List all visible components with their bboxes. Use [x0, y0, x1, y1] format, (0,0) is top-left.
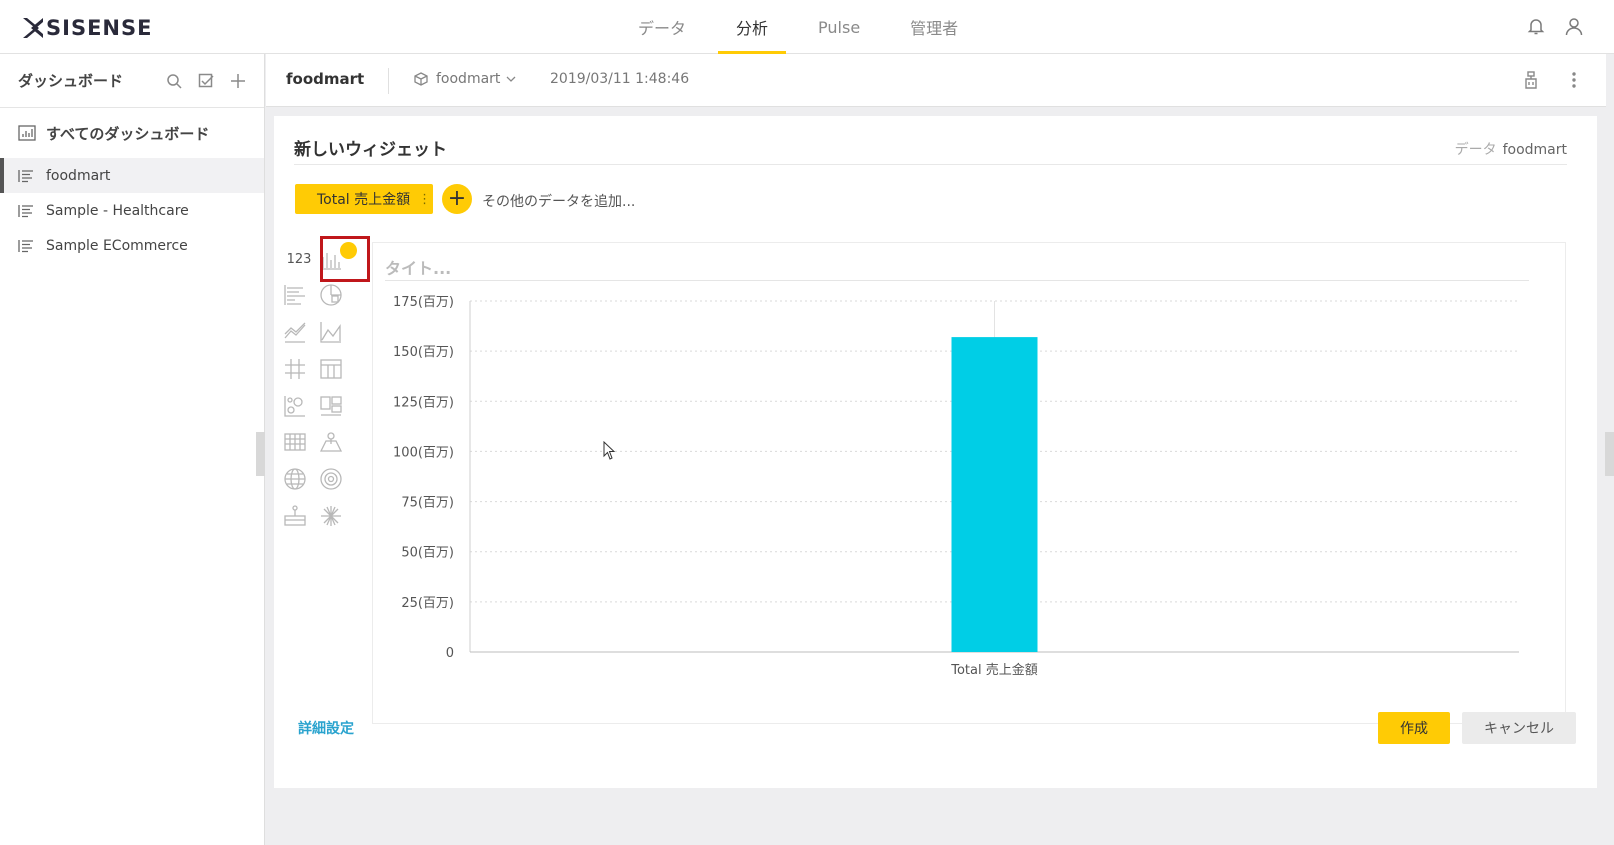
scatter-type-icon[interactable]	[282, 393, 308, 419]
sidebar-header: ダッシュボード	[0, 54, 264, 108]
y-tick-label: 25(百万)	[401, 596, 454, 611]
create-button[interactable]: 作成	[1378, 712, 1450, 744]
y-tick-label: 175(百万)	[393, 295, 454, 310]
y-tick-label: 150(百万)	[393, 345, 454, 360]
bar-chart-type-icon[interactable]	[282, 282, 308, 308]
dashboard-list-icon	[18, 169, 33, 182]
add-more-data-link[interactable]: その他のデータを追加...	[482, 191, 635, 211]
datasource-selector[interactable]: foodmart	[414, 71, 516, 87]
sidebar-item-foodmart[interactable]: foodmart	[0, 158, 264, 193]
y-tick-label: 75(百万)	[401, 496, 454, 511]
indicator-type-icon[interactable]: 123	[284, 246, 314, 272]
chevron-down-icon	[506, 76, 516, 82]
add-icon[interactable]	[230, 73, 246, 89]
main-nav: データ 分析 Pulse 管理者	[620, 0, 990, 54]
sparkle-type-icon[interactable]	[318, 503, 344, 529]
advanced-settings-link[interactable]: 詳細設定	[298, 718, 354, 738]
header-divider	[388, 68, 389, 94]
value-pill[interactable]: Total 売上金額 ⋮	[295, 184, 433, 214]
y-tick-label: 50(百万)	[401, 546, 454, 561]
filter-toggle-icon[interactable]	[1524, 71, 1540, 89]
bell-icon[interactable]	[1526, 16, 1546, 36]
sidebar-item-label: foodmart	[46, 167, 111, 184]
datasource-value: foodmart	[1502, 142, 1567, 158]
globe-map-type-icon[interactable]	[282, 466, 308, 492]
sidebar-item-label: Sample - Healthcare	[46, 202, 189, 219]
y-tick-label: 100(百万)	[393, 445, 454, 460]
logo-mark-icon	[23, 18, 43, 38]
widget-editor-title: 新しいウィジェット	[294, 140, 447, 160]
all-dashboards-label: すべてのダッシュボード	[46, 124, 210, 143]
mouse-cursor-icon	[603, 441, 616, 460]
dashboard-folder-icon	[18, 125, 36, 141]
nav-tab-admin[interactable]: 管理者	[892, 0, 976, 54]
area-chart-type-icon[interactable]	[318, 319, 344, 345]
y-tick-label: 0	[446, 646, 454, 661]
indicator-gauge-type-icon[interactable]	[282, 503, 308, 529]
datasource-label: データ	[1454, 142, 1497, 158]
bar-chart: 0 25(百万) 50(百万) 75(百万) 100(百万) 125(百万) 150(百万)…	[393, 295, 1519, 678]
pie-chart-type-icon[interactable]	[318, 282, 344, 308]
all-dashboards-link[interactable]: すべてのダッシュボード	[0, 108, 264, 158]
heatmap-type-icon[interactable]	[282, 429, 308, 455]
top-icons	[1526, 16, 1584, 36]
nav-tab-pulse[interactable]: Pulse	[800, 0, 878, 54]
dashboard-title: foodmart	[286, 70, 365, 88]
dashboard-list-icon	[18, 204, 33, 217]
nav-tab-analytics[interactable]: 分析	[718, 0, 787, 54]
add-data-button[interactable]: +	[442, 184, 472, 214]
sisense-logo[interactable]: SISENSE	[22, 15, 152, 41]
pivot-type-icon[interactable]	[282, 356, 308, 382]
datasource-name: foodmart	[436, 71, 501, 87]
sidebar-title: ダッシュボード	[18, 72, 124, 90]
more-vertical-icon[interactable]	[1566, 71, 1582, 89]
treemap-type-icon[interactable]	[318, 393, 344, 419]
dashboard-header: foodmart foodmart 2019/03/11 1:48:46	[266, 54, 1606, 107]
sidebar-item-healthcare[interactable]: Sample - Healthcare	[0, 193, 264, 228]
table-type-icon[interactable]	[318, 356, 344, 382]
sidebar-tools	[166, 73, 246, 89]
dashboard-sidebar: ダッシュボード すべてのダッシュボード foodmart Sample - He…	[0, 54, 265, 845]
x-tick-label: Total 売上金額	[950, 662, 1038, 678]
chart-preview: タイト... 0 25(百万) 50(百万) 75(百万) 100(百万) 125(百万)…	[372, 242, 1566, 724]
cube-icon	[414, 72, 428, 86]
line-chart-type-icon[interactable]	[282, 319, 308, 345]
title-divider	[294, 164, 1567, 165]
dashboard-list-icon	[18, 239, 33, 252]
value-pill-label: Total 売上金額	[317, 192, 411, 208]
widget-editor: 新しいウィジェット データ foodmart Total 売上金額 ⋮ + その他の…	[274, 116, 1597, 788]
sidebar-item-label: Sample ECommerce	[46, 237, 188, 254]
bar	[951, 337, 1038, 652]
sidebar-item-ecommerce[interactable]: Sample ECommerce	[0, 228, 264, 263]
top-bar: SISENSE データ 分析 Pulse 管理者	[0, 0, 1614, 54]
map-area-type-icon[interactable]	[318, 429, 344, 455]
logo-text: SISENSE	[46, 16, 153, 40]
selected-type-indicator	[340, 242, 357, 259]
nav-tab-data[interactable]: データ	[620, 0, 704, 54]
right-panel-collapse-handle[interactable]	[1605, 432, 1614, 476]
pill-menu-icon[interactable]: ⋮	[418, 192, 431, 207]
search-icon[interactable]	[166, 73, 182, 89]
user-icon[interactable]	[1564, 16, 1584, 36]
sidebar-collapse-handle[interactable]	[256, 432, 265, 476]
y-tick-label: 125(百万)	[393, 395, 454, 410]
widget-datasource[interactable]: データ foodmart	[1455, 139, 1567, 159]
sunburst-type-icon[interactable]	[318, 466, 344, 492]
last-updated-timestamp: 2019/03/11 1:48:46	[550, 71, 690, 87]
dashboard-actions	[1524, 71, 1582, 89]
checklist-icon[interactable]	[198, 73, 214, 89]
cancel-button[interactable]: キャンセル	[1462, 712, 1576, 744]
